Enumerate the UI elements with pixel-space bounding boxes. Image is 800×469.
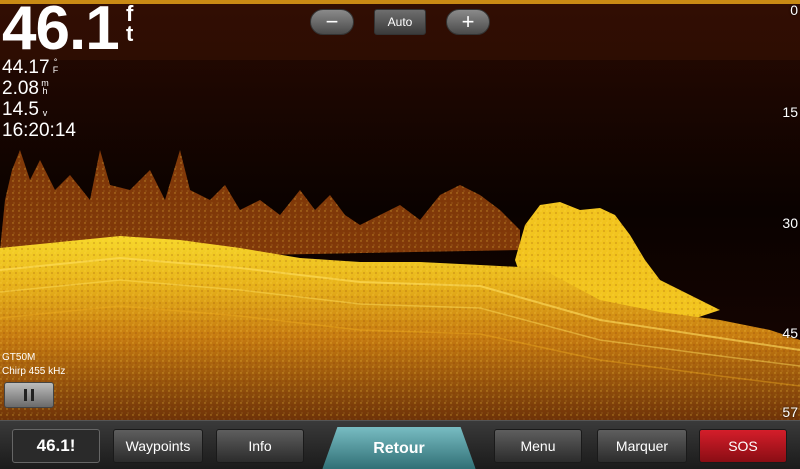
- pause-button[interactable]: [4, 382, 54, 408]
- voltage-unit: v: [42, 108, 48, 118]
- voltage-readout: 14.5 v: [2, 100, 137, 121]
- transducer-frequency: Chirp 455 kHz: [2, 366, 66, 377]
- marquer-button[interactable]: Marquer: [597, 429, 687, 463]
- speed-readout: 2.08 mh: [2, 79, 137, 100]
- transducer-info: GT50M Chirp 455 kHz: [2, 351, 65, 379]
- speed-value: 2.08: [2, 78, 39, 99]
- retour-button[interactable]: Retour: [322, 427, 476, 469]
- zoom-out-button[interactable]: −: [310, 9, 354, 35]
- info-button[interactable]: Info: [216, 429, 304, 463]
- water-temp-unit: °F: [52, 57, 59, 75]
- speed-unit: mh: [41, 78, 49, 96]
- time-readout: 16:20:14: [2, 121, 137, 142]
- zoom-controls: − Auto +: [310, 9, 490, 35]
- voltage-value: 14.5: [2, 99, 39, 120]
- depth-value: 46.1: [2, 0, 120, 63]
- zoom-in-button[interactable]: +: [446, 9, 490, 35]
- pause-icon: [22, 389, 36, 401]
- time-value: 16:20:14: [2, 120, 76, 141]
- depth-unit: ft: [126, 1, 134, 46]
- depth-scale-label: 0: [790, 2, 798, 18]
- bottom-toolbar: 46.1! Waypoints Info Retour Menu Marquer…: [0, 420, 800, 469]
- sos-button[interactable]: SOS: [699, 429, 787, 463]
- sonar-screen: 46.1 ft 44.17 °F 2.08 mh 14.5 v 16:20:14…: [0, 0, 800, 469]
- depth-scale-label: 45: [782, 325, 798, 341]
- zoom-auto-button[interactable]: Auto: [374, 9, 426, 35]
- depth-scale-label: 15: [782, 104, 798, 120]
- menu-button[interactable]: Menu: [494, 429, 582, 463]
- depth-readout: 46.1 ft: [2, 0, 137, 63]
- depth-scale-label: 57: [782, 404, 798, 420]
- depth-data-field[interactable]: 46.1!: [12, 429, 100, 463]
- water-temp-value: 44.17: [2, 57, 50, 78]
- transducer-model: GT50M: [2, 352, 36, 363]
- readout-panel: 46.1 ft 44.17 °F 2.08 mh 14.5 v 16:20:14: [2, 0, 137, 142]
- depth-scale-label: 30: [782, 215, 798, 231]
- waypoints-button[interactable]: Waypoints: [113, 429, 203, 463]
